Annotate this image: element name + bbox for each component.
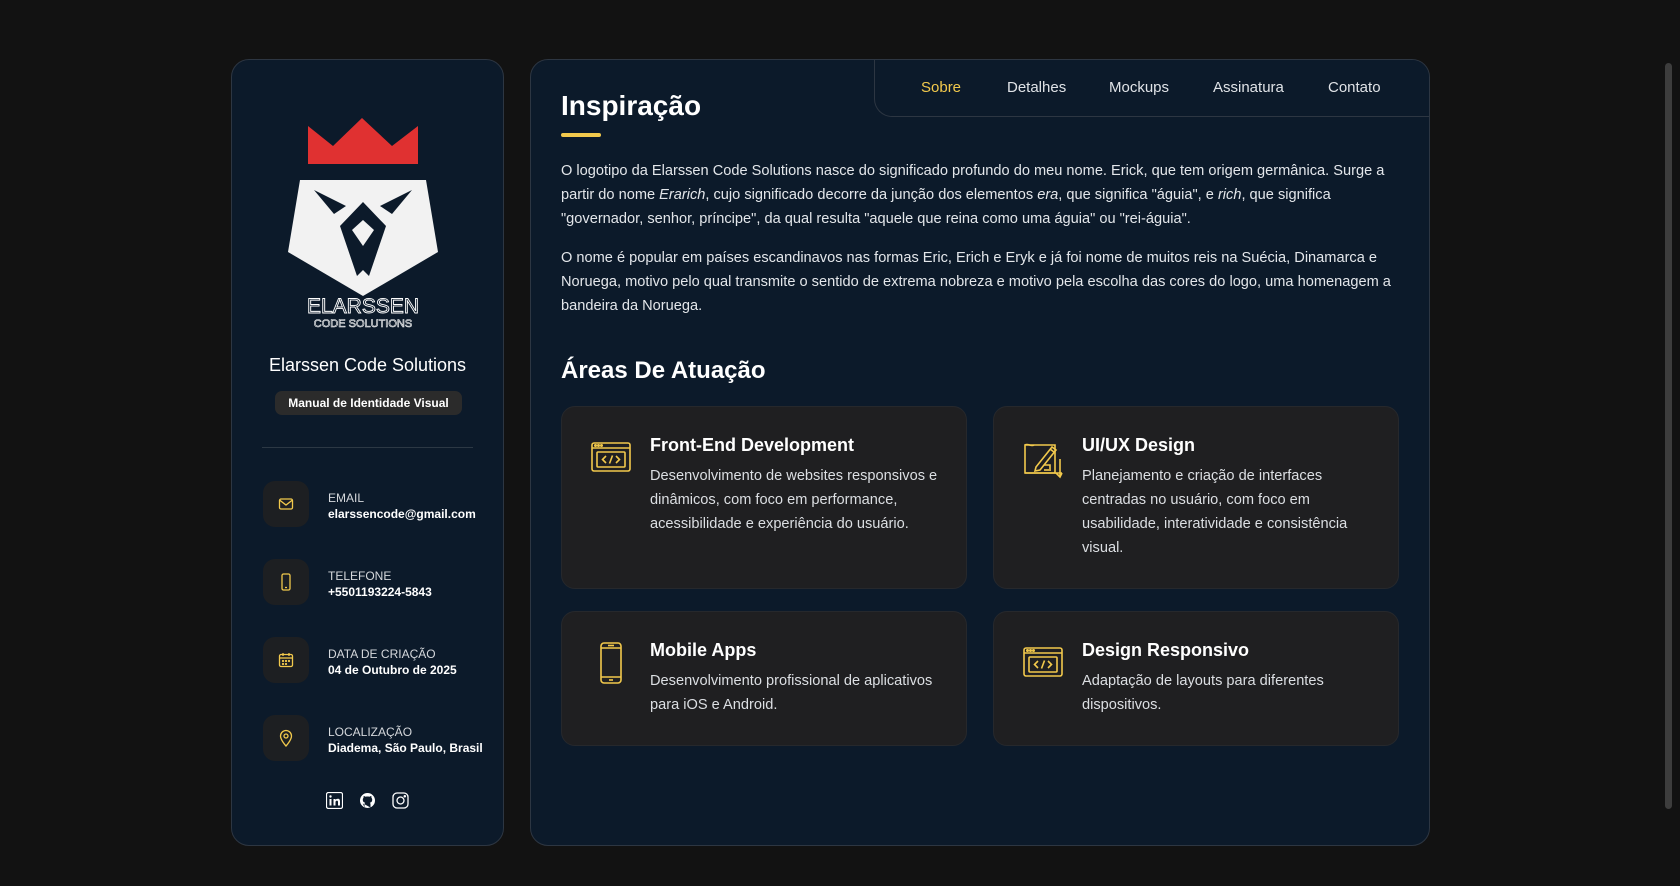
card-description: Desenvolvimento de websites responsivos …	[650, 468, 938, 532]
page-title: Inspiração	[561, 90, 702, 121]
info-location: LOCALIZAÇÃO Diadema, São Paulo, Brasil	[263, 715, 498, 763]
card-title: Design Responsivo	[1082, 640, 1250, 660]
responsive-code-icon	[1022, 642, 1064, 684]
info-value: Diadema, São Paulo, Brasil	[328, 741, 483, 755]
service-card-uiux: UI/UX Design Planejamento e criação de i…	[993, 406, 1399, 589]
card-title: UI/UX Design	[1082, 435, 1196, 455]
card-title: Mobile Apps	[650, 640, 757, 660]
mail-icon	[263, 481, 309, 527]
card-description: Adaptação de layouts para diferentes dis…	[1082, 673, 1324, 713]
info-phone: TELEFONE +5501193224-5843	[263, 559, 498, 607]
card-title: Front-End Development	[650, 435, 855, 455]
info-label: LOCALIZAÇÃO	[328, 725, 413, 739]
areas-heading: Áreas De Atuação	[561, 357, 766, 384]
info-creation-date: DATA DE CRIAÇÃO 04 de Outubro de 2025	[263, 637, 498, 685]
github-icon[interactable]	[359, 792, 376, 809]
company-name: Elarssen Code Solutions	[268, 355, 467, 375]
brand-logo: ELARSSEN CODE SOLUTIONS	[232, 118, 503, 392]
info-value[interactable]: +5501193224-5843	[328, 585, 432, 599]
instagram-icon[interactable]	[392, 792, 409, 809]
logo-wordmark: ELARSSEN	[306, 295, 418, 318]
page-scrollbar[interactable]	[1665, 63, 1672, 809]
title-underline	[561, 133, 601, 137]
linkedin-icon[interactable]	[326, 792, 343, 809]
content-panel: Sobre Detalhes Mockups Assinatura Contat…	[530, 59, 1430, 846]
calendar-icon	[263, 637, 309, 683]
info-value[interactable]: elarssencode@gmail.com	[328, 507, 476, 521]
service-card-responsive: Design Responsivo Adaptação de layouts p…	[993, 611, 1399, 746]
location-pin-icon	[263, 715, 309, 761]
inspiration-paragraph-2: O nome é popular em países escandinavos …	[561, 250, 1391, 314]
info-label: EMAIL	[328, 491, 365, 505]
card-description: Desenvolvimento profissional de aplicati…	[650, 673, 933, 713]
sidebar-divider	[262, 447, 473, 448]
service-card-mobile: Mobile Apps Desenvolvimento profissional…	[561, 611, 967, 746]
info-label: DATA DE CRIAÇÃO	[328, 647, 436, 661]
mobile-phone-icon	[590, 642, 632, 684]
nav-assinatura[interactable]: Assinatura	[1213, 79, 1284, 96]
profile-sidebar: ELARSSEN CODE SOLUTIONS Elarssen Code So…	[231, 59, 504, 846]
social-links	[232, 792, 503, 809]
info-value: 04 de Outubro de 2025	[328, 663, 457, 677]
nav-contato[interactable]: Contato	[1328, 79, 1381, 96]
nav-mockups[interactable]: Mockups	[1109, 79, 1169, 96]
info-email: EMAIL elarssencode@gmail.com	[263, 481, 498, 529]
logo-tagline: CODE SOLUTIONS	[313, 318, 411, 328]
code-browser-icon	[590, 437, 632, 479]
design-tools-icon	[1022, 437, 1064, 479]
phone-icon	[263, 559, 309, 605]
nav-detalhes[interactable]: Detalhes	[1007, 79, 1066, 96]
inspiration-paragraph-1: O logotipo da Elarssen Code Solutions na…	[561, 163, 1385, 227]
info-label: TELEFONE	[328, 569, 392, 583]
nav-sobre[interactable]: Sobre	[921, 79, 961, 96]
top-navigation: Sobre Detalhes Mockups Assinatura Contat…	[874, 60, 1429, 117]
service-card-frontend: Front-End Development Desenvolvimento de…	[561, 406, 967, 589]
manual-badge: Manual de Identidade Visual	[275, 391, 462, 415]
card-description: Planejamento e criação de interfaces cen…	[1082, 468, 1348, 556]
